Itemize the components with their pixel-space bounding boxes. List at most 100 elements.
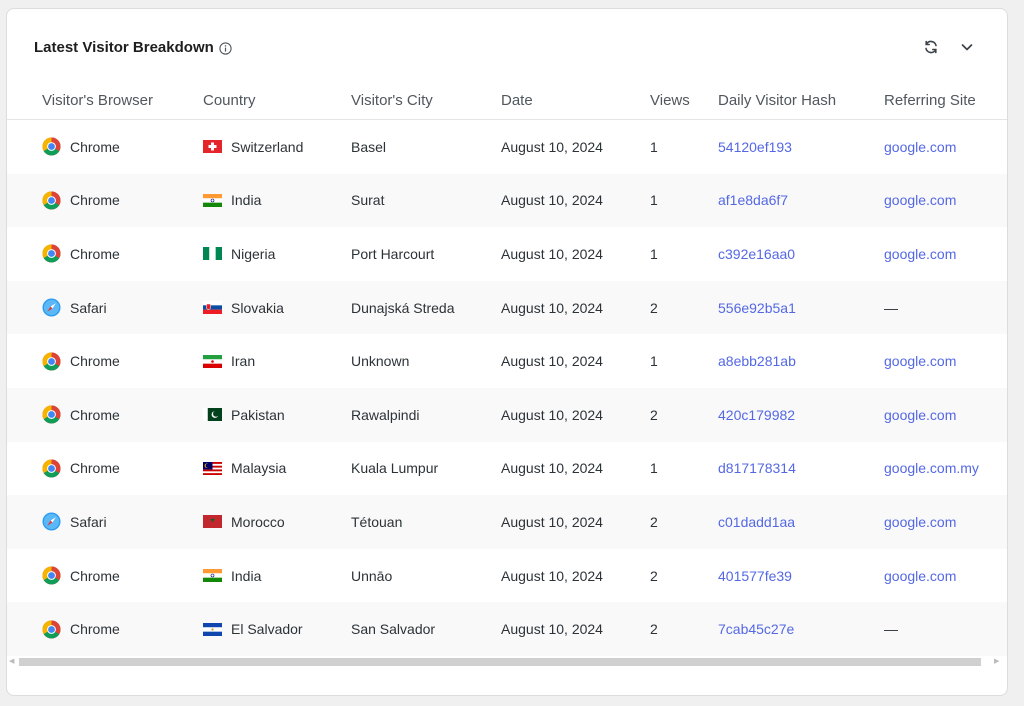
cell-views: 2 (650, 299, 658, 316)
cell-browser: Chrome (42, 549, 120, 603)
table-row: Safari Slovakia Dunajská Streda August 10, … (7, 280, 1007, 335)
cell-country: Morocco (203, 495, 285, 549)
cell-country: India (203, 174, 261, 228)
table-row: Chrome India Surat August 10, 2024 1 af1e8da6… (7, 173, 1007, 228)
table-row: Chrome Iran Unknown August 10, 2024 1 a8ebb28… (7, 334, 1007, 388)
cell-visitor-hash-link[interactable]: af1e8da6f7 (718, 174, 788, 228)
cell-city: Unknown (351, 353, 410, 370)
col-city[interactable]: Visitor's City (351, 91, 433, 111)
cell-date: August 10, 2024 (501, 353, 603, 370)
cell-city: Port Harcourt (351, 245, 435, 262)
table-row: Safari Morocco Tétouan August 10, 2024 2 c01d… (7, 495, 1007, 549)
chrome-icon (42, 137, 61, 156)
cell-country: Pakistan (203, 388, 285, 442)
safari-icon (42, 512, 61, 531)
cell-visitor-hash-link[interactable]: c01dadd1aa (718, 495, 795, 549)
table-row: Chrome India Unnāo August 10, 2024 2 401577fe… (7, 549, 1007, 603)
col-browser[interactable]: Visitor's Browser (42, 91, 153, 111)
cell-views: 1 (650, 192, 658, 209)
flag-slovakia-icon (203, 301, 222, 315)
cell-views: 1 (650, 460, 658, 477)
chrome-icon (42, 566, 61, 585)
browser-name: Chrome (70, 621, 120, 638)
flag-switzerland-icon (203, 140, 222, 154)
cell-referrer[interactable]: google.com (884, 120, 956, 174)
cell-views: 1 (650, 353, 658, 370)
refresh-icon[interactable] (921, 37, 941, 57)
cell-browser: Safari (42, 495, 107, 549)
chrome-icon (42, 405, 61, 424)
country-name: India (231, 567, 262, 584)
flag-morocco-icon (203, 515, 222, 529)
cell-city: Unnāo (351, 567, 393, 584)
cell-browser: Chrome (42, 174, 120, 228)
cell-visitor-hash-link[interactable]: 556e92b5a1 (718, 281, 796, 335)
cell-visitor-hash-link[interactable]: 401577fe39 (718, 549, 792, 603)
table-body: Chrome Switzerland Basel August 10, 2024 1 54… (7, 120, 1007, 656)
cell-referrer[interactable]: google.com (884, 227, 956, 281)
country-name: Morocco (231, 513, 285, 530)
country-name: Nigeria (231, 245, 276, 262)
cell-referrer[interactable]: google.com (884, 388, 956, 442)
cell-visitor-hash-link[interactable]: 420c179982 (718, 388, 795, 442)
table-row: Chrome Nigeria Port Harcourt August 10, 202… (7, 227, 1007, 281)
cell-city: Kuala Lumpur (351, 460, 439, 477)
col-views[interactable]: Views (650, 91, 690, 111)
cell-browser: Chrome (42, 227, 120, 281)
cell-city: Surat (351, 192, 385, 209)
chevron-down-icon[interactable] (957, 37, 977, 57)
cell-referrer[interactable]: google.com (884, 495, 956, 549)
cell-country: Switzerland (203, 120, 303, 174)
col-hash[interactable]: Daily Visitor Hash (718, 91, 836, 111)
cell-city: Dunajská Streda (351, 299, 455, 316)
cell-views: 2 (650, 513, 658, 530)
chrome-icon (42, 352, 61, 371)
cell-country: El Salvador (203, 602, 303, 656)
browser-name: Chrome (70, 460, 120, 477)
cell-referrer: — (884, 299, 898, 316)
cell-date: August 10, 2024 (501, 299, 603, 316)
card-title-text: Latest Visitor Breakdown (34, 39, 214, 56)
flag-nigeria-icon (203, 247, 222, 261)
cell-referrer[interactable]: google.com (884, 334, 956, 388)
scrollbar-thumb[interactable] (19, 658, 981, 666)
cell-visitor-hash-link[interactable]: 54120ef193 (718, 120, 792, 174)
cell-date: August 10, 2024 (501, 621, 603, 638)
cell-referrer[interactable]: google.com (884, 549, 956, 603)
info-icon[interactable] (219, 41, 232, 55)
col-date[interactable]: Date (501, 91, 533, 111)
cell-referrer[interactable]: google.com.my (884, 442, 979, 496)
scroll-left-arrow-icon[interactable]: ◀ (9, 658, 14, 666)
country-name: El Salvador (231, 621, 303, 638)
col-referrer[interactable]: Referring Site (884, 91, 976, 111)
scroll-right-arrow-icon[interactable]: ▶ (994, 658, 999, 666)
cell-views: 2 (650, 406, 658, 423)
cell-city: Tétouan (351, 513, 403, 530)
browser-name: Safari (70, 513, 107, 530)
cell-browser: Chrome (42, 334, 120, 388)
cell-city: San Salvador (351, 621, 436, 638)
cell-browser: Chrome (42, 442, 120, 496)
table-row: Chrome El Salvador San Salvador August 10, … (7, 602, 1007, 656)
cell-referrer[interactable]: google.com (884, 174, 956, 228)
col-country[interactable]: Country (203, 91, 256, 111)
cell-views: 1 (650, 138, 658, 155)
horizontal-scrollbar[interactable]: ◀ ▶ (7, 655, 1007, 667)
flag-malaysia-icon (203, 461, 222, 475)
cell-date: August 10, 2024 (501, 192, 603, 209)
chrome-icon (42, 459, 61, 478)
cell-date: August 10, 2024 (501, 460, 603, 477)
cell-views: 2 (650, 567, 658, 584)
country-name: Pakistan (231, 406, 285, 423)
header-actions (921, 37, 977, 57)
table-row: Chrome Switzerland Basel August 10, 2024 1 54… (7, 120, 1007, 174)
browser-name: Chrome (70, 192, 120, 209)
cell-city: Rawalpindi (351, 406, 420, 423)
cell-visitor-hash-link[interactable]: 7cab45c27e (718, 602, 794, 656)
country-name: Switzerland (231, 138, 304, 155)
cell-visitor-hash-link[interactable]: d817178314 (718, 442, 796, 496)
cell-visitor-hash-link[interactable]: a8ebb281ab (718, 334, 796, 388)
cell-date: August 10, 2024 (501, 513, 603, 530)
chrome-icon (42, 620, 61, 639)
cell-visitor-hash-link[interactable]: c392e16aa0 (718, 227, 795, 281)
